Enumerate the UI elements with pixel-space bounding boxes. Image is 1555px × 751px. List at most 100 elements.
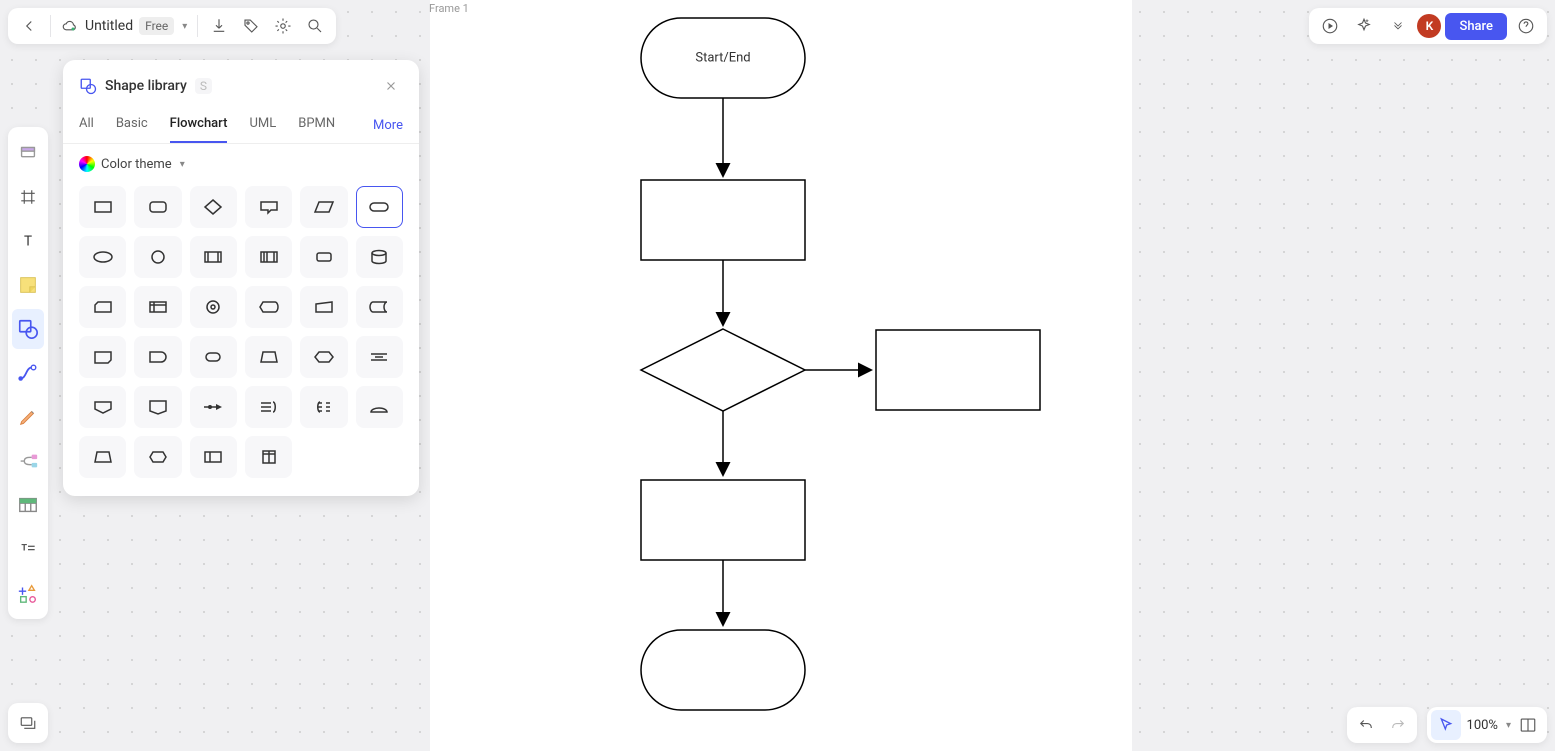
- chevron-down-icon: ▾: [182, 21, 187, 32]
- process-node-right[interactable]: [876, 330, 1040, 410]
- shape-document[interactable]: [245, 436, 292, 478]
- shape-tool[interactable]: [12, 309, 44, 349]
- shape-predef[interactable]: [190, 236, 237, 278]
- zoom-level[interactable]: 100%: [1463, 718, 1502, 733]
- cursor-mode-button[interactable]: [1431, 710, 1461, 740]
- share-button[interactable]: Share: [1445, 13, 1507, 40]
- shape-stored[interactable]: [356, 286, 403, 328]
- shape-display[interactable]: [245, 286, 292, 328]
- shape-collate[interactable]: [300, 386, 347, 428]
- color-theme-selector[interactable]: Color theme ▾: [63, 144, 419, 180]
- shape-connector[interactable]: [190, 286, 237, 328]
- shape-card[interactable]: [79, 286, 126, 328]
- shape-round-rect[interactable]: [134, 186, 181, 228]
- shape-grid: [63, 180, 419, 496]
- shape-library-icon: [79, 77, 97, 95]
- top-left-toolbar: Untitled Free ▾: [8, 8, 336, 44]
- plan-badge: Free: [139, 17, 174, 35]
- cloud-icon: [61, 17, 79, 35]
- shape-hexagon[interactable]: [300, 336, 347, 378]
- process-node-2[interactable]: [641, 480, 805, 560]
- settings-button[interactable]: [268, 11, 298, 41]
- shape-summing[interactable]: [190, 386, 237, 428]
- expand-button[interactable]: [1383, 11, 1413, 41]
- select-tool[interactable]: [12, 133, 44, 173]
- shape-delay[interactable]: [134, 336, 181, 378]
- shape-prep[interactable]: [190, 336, 237, 378]
- undo-button[interactable]: [1351, 710, 1381, 740]
- tab-all[interactable]: All: [79, 108, 94, 143]
- panel-shortcut: S: [195, 78, 212, 94]
- redo-button[interactable]: [1383, 710, 1413, 740]
- shape-parallelogram[interactable]: [300, 186, 347, 228]
- shape-manual-input[interactable]: [245, 336, 292, 378]
- frame-label: Frame 1: [429, 2, 469, 15]
- document-title-area[interactable]: Untitled Free ▾: [57, 17, 191, 35]
- chevron-down-icon[interactable]: ▾: [1506, 720, 1511, 731]
- shape-diamond[interactable]: [190, 186, 237, 228]
- tab-uml[interactable]: UML: [249, 108, 276, 143]
- color-wheel-icon: [79, 156, 95, 172]
- sticky-tool[interactable]: [12, 265, 44, 305]
- shape-or[interactable]: [245, 386, 292, 428]
- tag-button[interactable]: [236, 11, 266, 41]
- shape-divider-shape[interactable]: [356, 336, 403, 378]
- shape-manual[interactable]: [300, 286, 347, 328]
- bottom-right-toolbar: 100% ▾: [1347, 707, 1547, 743]
- pencil-tool[interactable]: [12, 397, 44, 437]
- more-shapes-tool[interactable]: [12, 573, 44, 613]
- shape-offpage2[interactable]: [134, 386, 181, 428]
- canvas-frame[interactable]: Frame 1 Start/End: [430, 0, 1132, 751]
- top-right-toolbar: K Share: [1309, 8, 1547, 44]
- text-block-tool[interactable]: T: [12, 529, 44, 569]
- table-tool[interactable]: [12, 485, 44, 525]
- shape-tabs: All Basic Flowchart UML BPMN More: [63, 108, 419, 144]
- process-node-1[interactable]: [641, 180, 805, 260]
- tab-bpmn[interactable]: BPMN: [298, 108, 335, 143]
- shape-sort[interactable]: [134, 436, 181, 478]
- svg-text:T: T: [21, 544, 27, 554]
- avatar[interactable]: K: [1417, 14, 1441, 38]
- shape-terminator[interactable]: [356, 186, 403, 228]
- shape-round-small[interactable]: [300, 236, 347, 278]
- close-button[interactable]: [379, 74, 403, 98]
- start-node-label: Start/End: [695, 50, 750, 65]
- connector-tool[interactable]: [12, 353, 44, 393]
- download-button[interactable]: [204, 11, 234, 41]
- left-toolbar: T T: [8, 127, 48, 619]
- flowchart-diagram: Start/End: [430, 0, 1132, 751]
- shape-offpage[interactable]: [79, 386, 126, 428]
- color-theme-label: Color theme: [101, 157, 172, 172]
- shape-internal[interactable]: [134, 286, 181, 328]
- chevron-down-icon: ▾: [180, 159, 185, 170]
- shape-multidoc[interactable]: [190, 436, 237, 478]
- search-button[interactable]: [300, 11, 330, 41]
- pages-button[interactable]: [1513, 710, 1543, 740]
- shape-rect[interactable]: [79, 186, 126, 228]
- shape-predef2[interactable]: [245, 236, 292, 278]
- tab-flowchart[interactable]: Flowchart: [170, 108, 228, 143]
- tabs-more[interactable]: More: [373, 118, 403, 133]
- ai-button[interactable]: [1349, 11, 1379, 41]
- text-tool[interactable]: T: [12, 221, 44, 261]
- shape-loop[interactable]: [79, 336, 126, 378]
- shape-merge[interactable]: [79, 436, 126, 478]
- document-name: Untitled: [85, 18, 133, 34]
- mindmap-tool[interactable]: [12, 441, 44, 481]
- panel-title: Shape library: [105, 78, 187, 94]
- end-node[interactable]: [641, 630, 805, 710]
- shape-ellipse[interactable]: [79, 236, 126, 278]
- present-button[interactable]: [1315, 11, 1345, 41]
- back-button[interactable]: [14, 11, 44, 41]
- frame-tool[interactable]: [12, 177, 44, 217]
- shape-extract[interactable]: [356, 386, 403, 428]
- shape-callout[interactable]: [245, 186, 292, 228]
- shape-circle[interactable]: [134, 236, 181, 278]
- shape-cylinder[interactable]: [356, 236, 403, 278]
- layers-button[interactable]: [8, 703, 48, 743]
- decision-node[interactable]: [641, 329, 805, 411]
- svg-text:T: T: [24, 234, 32, 250]
- help-button[interactable]: [1511, 11, 1541, 41]
- shape-library-panel: Shape library S All Basic Flowchart UML …: [63, 60, 419, 496]
- tab-basic[interactable]: Basic: [116, 108, 148, 143]
